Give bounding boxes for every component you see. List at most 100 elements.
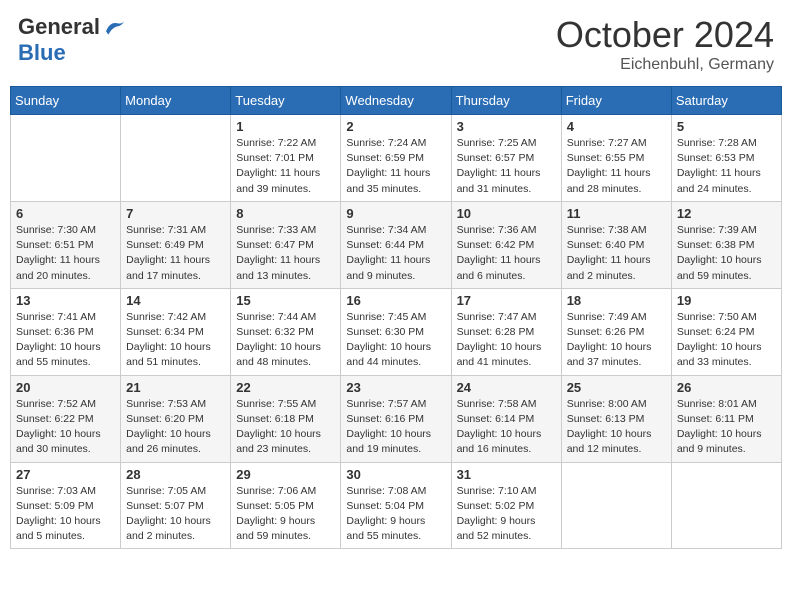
day-detail: Sunrise: 7:58 AM Sunset: 6:14 PM Dayligh… — [457, 397, 556, 458]
day-detail: Sunrise: 7:41 AM Sunset: 6:36 PM Dayligh… — [16, 310, 115, 371]
day-detail: Sunrise: 8:00 AM Sunset: 6:13 PM Dayligh… — [567, 397, 666, 458]
calendar-week-row: 27 Sunrise: 7:03 AM Sunset: 5:09 PM Dayli… — [11, 462, 782, 549]
day-number: 5 — [677, 119, 776, 134]
day-number: 15 — [236, 293, 335, 308]
calendar-cell: 26Sunrise: 8:01 AM Sunset: 6:11 PM Dayli… — [671, 375, 781, 462]
calendar-cell — [121, 115, 231, 202]
calendar-cell — [671, 462, 781, 549]
calendar-cell: 23Sunrise: 7:57 AM Sunset: 6:16 PM Dayli… — [341, 375, 451, 462]
calendar-cell: 31Sunrise: 7:10 AM Sunset: 5:02 PM Dayli… — [451, 462, 561, 549]
day-detail: Sunrise: 7:03 AM Sunset: 5:09 PM Dayligh… — [16, 484, 115, 545]
day-detail: Sunrise: 7:55 AM Sunset: 6:18 PM Dayligh… — [236, 397, 335, 458]
day-number: 9 — [346, 206, 445, 221]
calendar-cell: 11 Sunrise: 7:38 AM Sunset: 6:40 PM Dayli… — [561, 201, 671, 288]
day-detail: Sunrise: 7:08 AM Sunset: 5:04 PM Dayligh… — [346, 484, 445, 545]
calendar-cell: 3Sunrise: 7:25 AM Sunset: 6:57 PM Daylig… — [451, 115, 561, 202]
month-title: October 2024 — [556, 14, 774, 56]
day-number: 3 — [457, 119, 556, 134]
weekday-header-row: SundayMondayTuesdayWednesdayThursdayFrid… — [11, 87, 782, 115]
weekday-header-sunday: Sunday — [11, 87, 121, 115]
day-detail: Sunrise: 7:22 AM Sunset: 7:01 PM Dayligh… — [236, 136, 335, 197]
calendar-cell: 27 Sunrise: 7:03 AM Sunset: 5:09 PM Dayli… — [11, 462, 121, 549]
calendar-cell: 30 Sunrise: 7:08 AM Sunset: 5:04 PM Dayli… — [341, 462, 451, 549]
day-detail: Sunrise: 7:34 AM Sunset: 6:44 PM Dayligh… — [346, 223, 445, 284]
calendar-cell: 1 Sunrise: 7:22 AM Sunset: 7:01 PM Daylig… — [231, 115, 341, 202]
calendar-cell: 29Sunrise: 7:06 AM Sunset: 5:05 PM Dayli… — [231, 462, 341, 549]
day-number: 11 — [567, 206, 666, 221]
calendar-cell: 25 Sunrise: 8:00 AM Sunset: 6:13 PM Dayli… — [561, 375, 671, 462]
calendar-cell: 28Sunrise: 7:05 AM Sunset: 5:07 PM Dayli… — [121, 462, 231, 549]
location-text: Eichenbuhl, Germany — [556, 56, 774, 74]
calendar-cell: 24 Sunrise: 7:58 AM Sunset: 6:14 PM Dayli… — [451, 375, 561, 462]
day-number: 31 — [457, 467, 556, 482]
calendar-week-row: 13 Sunrise: 7:41 AM Sunset: 6:36 PM Dayli… — [11, 288, 782, 375]
day-number: 12 — [677, 206, 776, 221]
calendar-cell: 12 Sunrise: 7:39 AM Sunset: 6:38 PM Dayli… — [671, 201, 781, 288]
day-detail: Sunrise: 7:45 AM Sunset: 6:30 PM Dayligh… — [346, 310, 445, 371]
day-number: 17 — [457, 293, 556, 308]
logo-bird-icon — [102, 17, 126, 37]
day-number: 16 — [346, 293, 445, 308]
day-number: 20 — [16, 380, 115, 395]
day-detail: Sunrise: 7:28 AM Sunset: 6:53 PM Dayligh… — [677, 136, 776, 197]
day-number: 29 — [236, 467, 335, 482]
day-number: 7 — [126, 206, 225, 221]
page-header: General Blue October 2024 Eichenbuhl, Ge… — [10, 10, 782, 78]
day-number: 25 — [567, 380, 666, 395]
calendar-cell: 7 Sunrise: 7:31 AM Sunset: 6:49 PM Daylig… — [121, 201, 231, 288]
calendar-cell: 19 Sunrise: 7:50 AM Sunset: 6:24 PM Dayli… — [671, 288, 781, 375]
calendar-cell: 20 Sunrise: 7:52 AM Sunset: 6:22 PM Dayli… — [11, 375, 121, 462]
day-detail: Sunrise: 8:01 AM Sunset: 6:11 PM Dayligh… — [677, 397, 776, 458]
day-number: 18 — [567, 293, 666, 308]
day-detail: Sunrise: 7:05 AM Sunset: 5:07 PM Dayligh… — [126, 484, 225, 545]
day-number: 30 — [346, 467, 445, 482]
day-detail: Sunrise: 7:38 AM Sunset: 6:40 PM Dayligh… — [567, 223, 666, 284]
day-number: 24 — [457, 380, 556, 395]
weekday-header-monday: Monday — [121, 87, 231, 115]
calendar-cell: 21 Sunrise: 7:53 AM Sunset: 6:20 PM Dayli… — [121, 375, 231, 462]
weekday-header-saturday: Saturday — [671, 87, 781, 115]
calendar-cell: 4 Sunrise: 7:27 AM Sunset: 6:55 PM Daylig… — [561, 115, 671, 202]
day-number: 4 — [567, 119, 666, 134]
calendar-cell: 13 Sunrise: 7:41 AM Sunset: 6:36 PM Dayli… — [11, 288, 121, 375]
day-number: 8 — [236, 206, 335, 221]
day-detail: Sunrise: 7:39 AM Sunset: 6:38 PM Dayligh… — [677, 223, 776, 284]
day-number: 21 — [126, 380, 225, 395]
day-detail: Sunrise: 7:24 AM Sunset: 6:59 PM Dayligh… — [346, 136, 445, 197]
day-detail: Sunrise: 7:50 AM Sunset: 6:24 PM Dayligh… — [677, 310, 776, 371]
day-detail: Sunrise: 7:53 AM Sunset: 6:20 PM Dayligh… — [126, 397, 225, 458]
day-number: 2 — [346, 119, 445, 134]
weekday-header-friday: Friday — [561, 87, 671, 115]
logo-blue-text: Blue — [18, 40, 66, 66]
calendar-cell: 17 Sunrise: 7:47 AM Sunset: 6:28 PM Dayli… — [451, 288, 561, 375]
day-number: 10 — [457, 206, 556, 221]
calendar-week-row: 6 Sunrise: 7:30 AM Sunset: 6:51 PM Daylig… — [11, 201, 782, 288]
calendar-week-row: 20 Sunrise: 7:52 AM Sunset: 6:22 PM Dayli… — [11, 375, 782, 462]
day-detail: Sunrise: 7:27 AM Sunset: 6:55 PM Dayligh… — [567, 136, 666, 197]
day-detail: Sunrise: 7:47 AM Sunset: 6:28 PM Dayligh… — [457, 310, 556, 371]
day-number: 14 — [126, 293, 225, 308]
day-detail: Sunrise: 7:30 AM Sunset: 6:51 PM Dayligh… — [16, 223, 115, 284]
calendar-cell: 2 Sunrise: 7:24 AM Sunset: 6:59 PM Daylig… — [341, 115, 451, 202]
day-number: 22 — [236, 380, 335, 395]
day-number: 6 — [16, 206, 115, 221]
day-detail: Sunrise: 7:36 AM Sunset: 6:42 PM Dayligh… — [457, 223, 556, 284]
calendar-cell: 22 Sunrise: 7:55 AM Sunset: 6:18 PM Dayli… — [231, 375, 341, 462]
day-number: 1 — [236, 119, 335, 134]
day-number: 27 — [16, 467, 115, 482]
day-number: 19 — [677, 293, 776, 308]
day-detail: Sunrise: 7:42 AM Sunset: 6:34 PM Dayligh… — [126, 310, 225, 371]
calendar-cell: 10 Sunrise: 7:36 AM Sunset: 6:42 PM Dayli… — [451, 201, 561, 288]
day-detail: Sunrise: 7:49 AM Sunset: 6:26 PM Dayligh… — [567, 310, 666, 371]
title-section: October 2024 Eichenbuhl, Germany — [556, 14, 774, 74]
day-number: 13 — [16, 293, 115, 308]
calendar-cell: 16 Sunrise: 7:45 AM Sunset: 6:30 PM Dayli… — [341, 288, 451, 375]
day-detail: Sunrise: 7:33 AM Sunset: 6:47 PM Dayligh… — [236, 223, 335, 284]
calendar-cell — [561, 462, 671, 549]
calendar-cell: 14 Sunrise: 7:42 AM Sunset: 6:34 PM Dayli… — [121, 288, 231, 375]
day-detail: Sunrise: 7:52 AM Sunset: 6:22 PM Dayligh… — [16, 397, 115, 458]
calendar-cell: 5 Sunrise: 7:28 AM Sunset: 6:53 PM Daylig… — [671, 115, 781, 202]
weekday-header-thursday: Thursday — [451, 87, 561, 115]
day-detail: Sunrise: 7:31 AM Sunset: 6:49 PM Dayligh… — [126, 223, 225, 284]
logo-general-text: General — [18, 14, 100, 40]
